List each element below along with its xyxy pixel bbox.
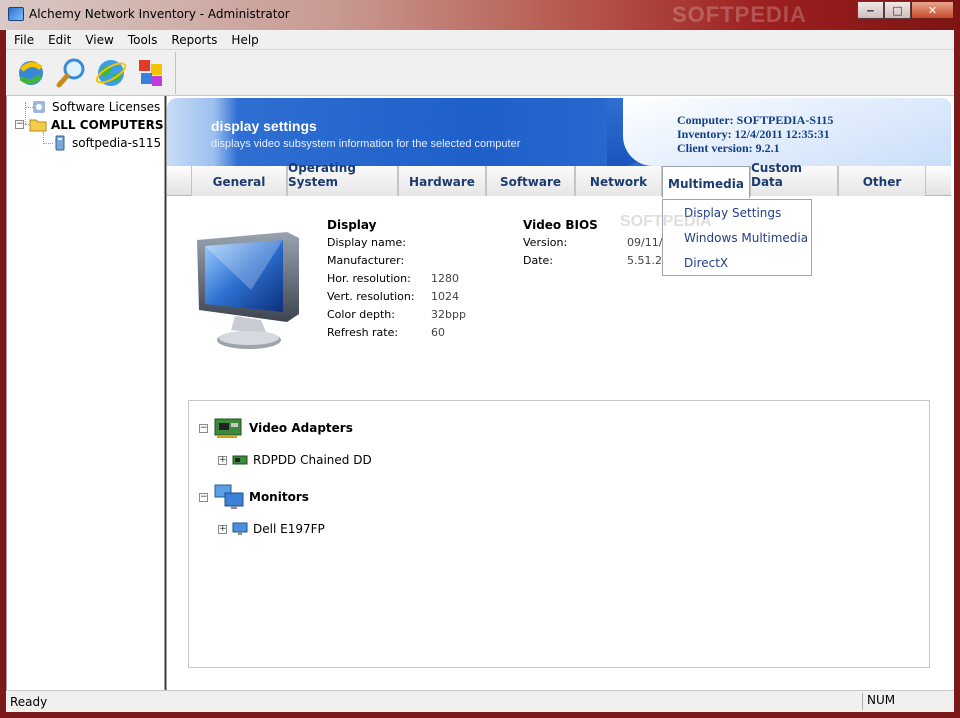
device-tree-panel: − Video Adapters + RDPDD Chained DD − Mo…	[188, 400, 930, 668]
menu-tools[interactable]: Tools	[128, 33, 158, 47]
tab-operating-system[interactable]: Operating System	[287, 161, 398, 196]
computer-tree: Software Licenses − ALL COMPUTERS softpe…	[6, 96, 165, 690]
refresh-rate-value: 60	[431, 326, 445, 339]
video-bios-heading: Video BIOS	[523, 218, 598, 232]
display-name-label: Display name:	[327, 236, 406, 249]
menu-item-windows-multimedia[interactable]: Windows Multimedia	[684, 231, 808, 245]
vert-resolution-label: Vert. resolution:	[327, 290, 415, 303]
collapse-icon[interactable]: −	[15, 120, 24, 129]
tree-item-software-licenses[interactable]: Software Licenses	[17, 98, 160, 115]
device-item-label: Dell E197FP	[253, 522, 325, 536]
tab-other[interactable]: Other	[838, 166, 926, 196]
menu-reports[interactable]: Reports	[171, 33, 217, 47]
menu-help[interactable]: Help	[231, 33, 258, 47]
menu-view[interactable]: View	[85, 33, 113, 47]
monitor-small-icon	[232, 522, 248, 535]
inventory-date: Inventory: 12/4/2011 12:35:31	[677, 127, 830, 141]
device-group-label: Video Adapters	[249, 421, 353, 435]
hor-resolution-value: 1280	[431, 272, 459, 285]
tree-item-all-computers[interactable]: − ALL COMPUTERS	[15, 116, 164, 133]
color-depth-label: Color depth:	[327, 308, 395, 321]
video-card-icon	[214, 418, 242, 438]
device-group-label: Monitors	[249, 490, 309, 504]
tree-item-label: softpedia-s115	[72, 135, 162, 150]
color-depth-value: 32bpp	[431, 308, 466, 321]
manufacturer-label: Manufacturer:	[327, 254, 405, 267]
computer-name: Computer: SOFTPEDIA-S115	[677, 113, 834, 127]
toolbar	[6, 50, 954, 96]
tree-item-softpedia-s115[interactable]: softpedia-s115	[53, 134, 161, 151]
window-title: Alchemy Network Inventory - Administrato…	[29, 7, 290, 21]
tab-multimedia[interactable]: Multimedia	[662, 166, 750, 198]
collapse-icon[interactable]: −	[199, 423, 208, 433]
page-subtitle: displays video subsystem information for…	[211, 138, 521, 150]
tree-item-label: Software Licenses	[52, 99, 161, 114]
header-banner: display settings displays video subsyste…	[167, 98, 951, 166]
vert-resolution-value: 1024	[431, 290, 459, 303]
tree-item-label: ALL COMPUTERS	[51, 117, 164, 132]
tab-bar: General Operating System Hardware Softwa…	[167, 161, 951, 198]
expand-icon[interactable]: +	[218, 524, 227, 534]
device-group-monitors[interactable]: − Monitors	[199, 483, 309, 511]
tab-custom-data[interactable]: Custom Data	[750, 161, 838, 196]
title-bar: Alchemy Network Inventory - Administrato…	[0, 0, 960, 30]
computer-icon	[55, 135, 65, 150]
hor-resolution-label: Hor. resolution:	[327, 272, 411, 285]
status-bar: Ready NUM	[6, 690, 954, 712]
device-item-label: RDPDD Chained DD	[253, 453, 372, 467]
collapse-icon[interactable]: −	[199, 492, 208, 502]
cubes-icon[interactable]	[134, 56, 168, 90]
main-panel: display settings displays video subsyste…	[166, 96, 954, 690]
dropdown-watermark: SOFTPEDIA	[620, 213, 712, 230]
globe-icon[interactable]	[94, 56, 128, 90]
license-icon	[33, 100, 45, 113]
video-card-small-icon	[232, 455, 248, 465]
folder-icon	[29, 119, 47, 131]
minimize-icon: ‒	[866, 3, 875, 17]
tab-general[interactable]: General	[191, 166, 287, 196]
maximize-button[interactable]: □	[884, 1, 911, 19]
menu-file[interactable]: File	[14, 33, 34, 47]
tab-hardware[interactable]: Hardware	[398, 166, 486, 196]
client-version: Client version: 9.2.1	[677, 141, 780, 155]
refresh-rate-label: Refresh rate:	[327, 326, 399, 339]
status-text: Ready	[10, 695, 48, 709]
menu-item-directx[interactable]: DirectX	[684, 256, 728, 270]
close-icon: ✕	[927, 3, 938, 17]
refresh-icon[interactable]	[14, 56, 48, 90]
menu-edit[interactable]: Edit	[48, 33, 71, 47]
close-button[interactable]: ✕	[911, 1, 954, 19]
num-lock-indicator: NUM	[862, 693, 922, 710]
device-group-video-adapters[interactable]: − Video Adapters	[199, 415, 353, 441]
bios-version-label: Version:	[523, 236, 568, 249]
menu-bar: File Edit View Tools Reports Help	[6, 30, 954, 50]
monitor-icon	[197, 232, 299, 349]
tab-software[interactable]: Software	[486, 166, 575, 196]
bios-version-value: 09/11/	[627, 236, 663, 249]
monitors-icon	[214, 484, 244, 509]
bios-date-label: Date:	[523, 254, 553, 267]
toolbar-separator	[175, 52, 176, 94]
minimize-button[interactable]: ‒	[857, 1, 884, 19]
device-item-dell-e197fp[interactable]: + Dell E197FP	[218, 522, 325, 536]
maximize-icon: □	[892, 3, 903, 17]
page-title: display settings	[211, 118, 317, 134]
display-heading: Display	[327, 218, 377, 232]
tab-network[interactable]: Network	[575, 166, 662, 196]
search-icon[interactable]	[54, 56, 88, 90]
computer-info: Computer: SOFTPEDIA-S115 Inventory: 12/4…	[677, 113, 833, 155]
device-item-rdpdd[interactable]: + RDPDD Chained DD	[218, 453, 372, 467]
watermark-text: SOFTPEDIA	[672, 2, 807, 27]
app-icon	[8, 7, 24, 21]
expand-icon[interactable]: +	[218, 455, 227, 465]
multimedia-dropdown: Display Settings Windows Multimedia Dire…	[662, 199, 812, 276]
